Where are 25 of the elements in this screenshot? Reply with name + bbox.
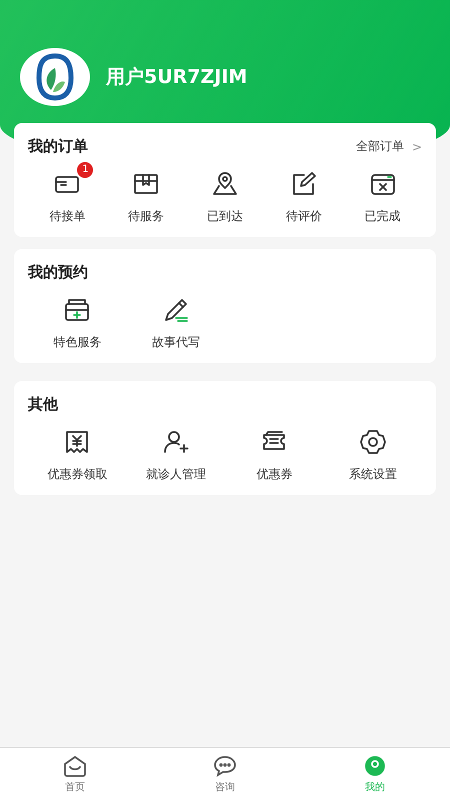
section-title: 我的预约 — [28, 263, 88, 282]
medical-kit-icon — [63, 296, 92, 324]
menu-item[interactable]: 优惠券 — [225, 418, 324, 483]
add-user-icon — [162, 428, 190, 456]
menu-item[interactable]: 系统设置 — [324, 418, 422, 483]
tab-item[interactable]: 咨询 — [150, 748, 300, 800]
menu-item[interactable]: 已完成 — [343, 160, 422, 225]
section-title: 我的订单 — [28, 137, 88, 156]
menu-item[interactable]: 就诊人管理 — [126, 418, 225, 483]
location-icon — [210, 170, 239, 198]
home-icon — [62, 754, 88, 778]
menu-item[interactable]: 特色服务 — [28, 286, 126, 351]
menu-item[interactable]: 优惠券领取 — [28, 418, 126, 483]
menu-item[interactable]: 故事代写 — [126, 286, 225, 351]
username: 用户5UR7ZJIM — [106, 65, 248, 90]
tab-item[interactable]: 首页 — [0, 748, 150, 800]
section-title: 其他 — [28, 395, 58, 414]
menu-item[interactable]: 待服务 — [106, 160, 186, 225]
menu-item[interactable]: 待评价 — [264, 160, 344, 225]
count-badge: 1 — [77, 162, 94, 178]
settings-icon — [358, 428, 387, 456]
all-orders-link[interactable]: 全部订单 > — [356, 138, 422, 155]
menu-item[interactable]: 1 待接单 — [28, 160, 107, 225]
menu-item[interactable]: 已到达 — [186, 160, 264, 225]
chat-icon — [212, 754, 238, 778]
